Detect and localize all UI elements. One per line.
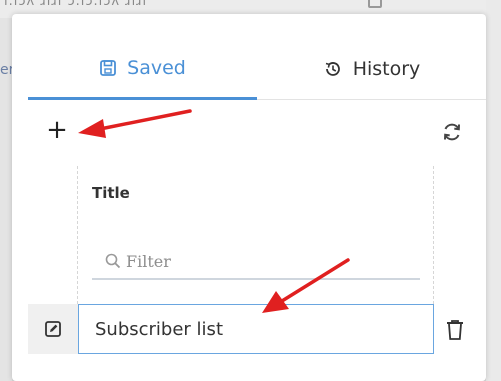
tab-history[interactable]: History: [257, 38, 486, 100]
background-right-strip: [486, 0, 501, 381]
toolbar: +: [28, 102, 486, 162]
background-window-icon: [368, 0, 382, 8]
edit-icon: [45, 321, 61, 337]
edit-row-button[interactable]: [28, 304, 78, 354]
tab-saved[interactable]: Saved: [28, 38, 257, 100]
row-title: Subscriber list: [95, 318, 223, 340]
history-icon: [325, 62, 340, 76]
title-filter[interactable]: [92, 244, 420, 280]
row-title-cell[interactable]: Subscriber list: [78, 304, 434, 354]
refresh-icon: [444, 123, 460, 141]
refresh-button[interactable]: [440, 120, 464, 144]
delete-row-button[interactable]: [444, 318, 466, 342]
add-query-button[interactable]: +: [42, 116, 72, 146]
filter-input[interactable]: [126, 251, 406, 271]
search-icon: [105, 253, 121, 269]
table-row[interactable]: Subscriber list: [28, 304, 486, 354]
title-column-label: Title: [92, 184, 130, 202]
background-left-strip: er: [0, 18, 14, 381]
tab-bar: Saved History: [28, 38, 486, 100]
saved-queries-panel: Saved History + Title Filter Subscriber …: [12, 14, 486, 381]
background-top-text: ı.ıɔʎ ɹıɹı ɔ.ıɔ.ıɔʎ ɹıɹı: [4, 0, 148, 9]
saved-queries-table: Title Subscriber list: [28, 166, 486, 354]
tab-history-label: History: [352, 58, 421, 80]
trash-icon: [447, 320, 463, 340]
save-icon: [100, 59, 117, 76]
actions-column-header: [28, 166, 78, 304]
tab-saved-label: Saved: [127, 56, 186, 79]
title-column-header: Title: [78, 166, 434, 304]
